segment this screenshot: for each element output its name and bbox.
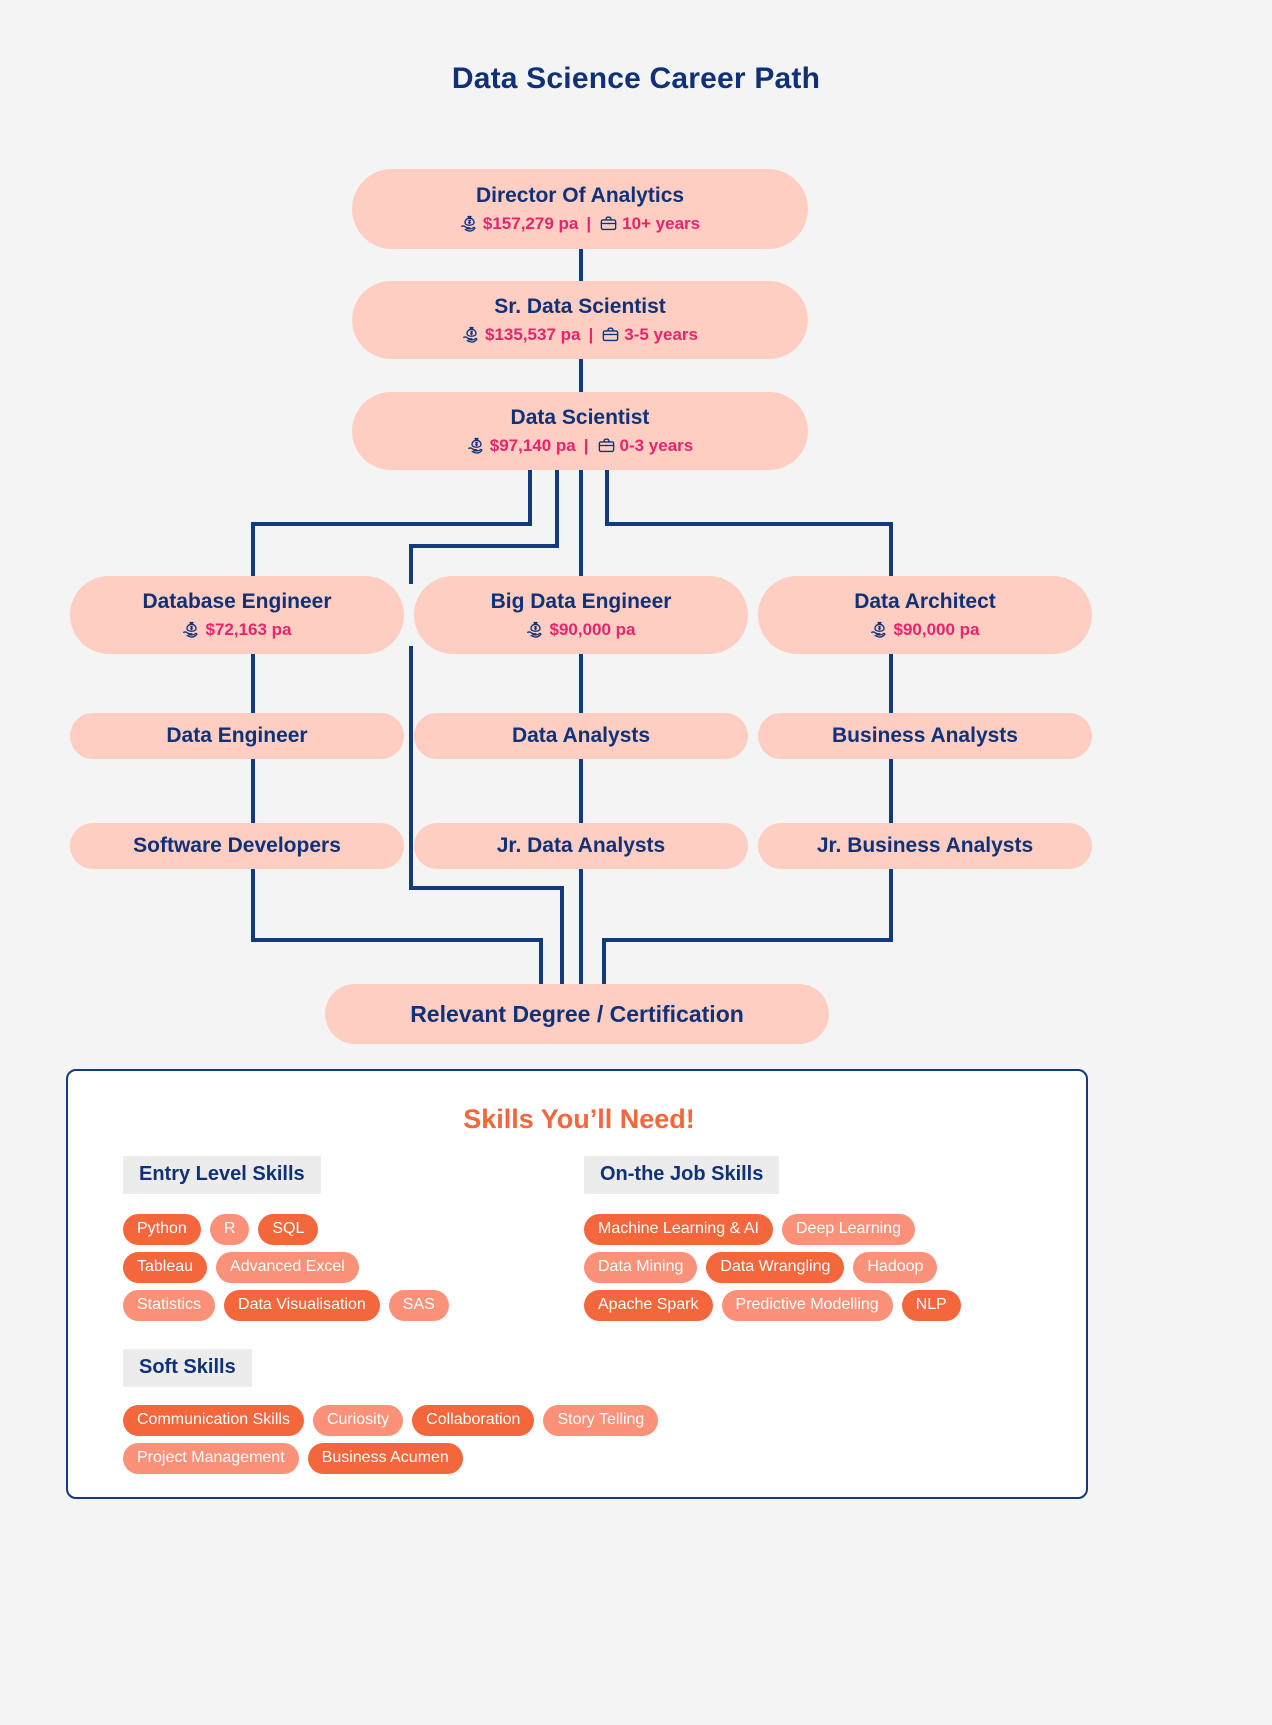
skill-pill[interactable]: SQL [258, 1214, 319, 1246]
skill-pill[interactable]: SAS [388, 1290, 449, 1322]
skill-pill[interactable]: Predictive Modelling [721, 1290, 893, 1322]
node-meta: $97,140 pa | 0-3 years [467, 435, 694, 456]
node-title: Software Developers [133, 833, 341, 857]
entry-skill-row-3: Statistics Data Visualisation SAS [123, 1290, 449, 1322]
skill-pill[interactable]: Statistics [123, 1290, 216, 1322]
section-label-entry-level-skills: Entry Level Skills [123, 1156, 321, 1194]
skill-pill[interactable]: Python [123, 1214, 201, 1246]
node-salary: $90,000 pa [893, 619, 980, 639]
node-big-data-engineer[interactable]: Big Data Engineer $90,000 pa [414, 576, 748, 654]
node-title: Director Of Analytics [475, 184, 685, 208]
node-salary: $135,537 pa [485, 324, 581, 344]
node-meta: $135,537 pa | 3-5 years [462, 325, 698, 345]
node-title: Sr. Data Scientist [494, 295, 666, 319]
skill-pill[interactable]: Machine Learning & AI [584, 1214, 773, 1246]
node-title: Business Analysts [832, 723, 1018, 747]
skills-card: Skills You’ll Need! Entry Level Skills P… [66, 1069, 1088, 1499]
node-jr-data-analysts[interactable]: Jr. Data Analysts [414, 823, 748, 869]
skill-pill[interactable]: Communication Skills [123, 1405, 304, 1437]
onjob-skill-row-2: Data Mining Data Wrangling Hadoop [584, 1252, 938, 1284]
skill-pill[interactable]: Story Telling [543, 1405, 659, 1437]
skills-heading: Skills You’ll Need! [463, 1104, 695, 1134]
node-software-developers[interactable]: Software Developers [70, 823, 404, 869]
skill-pill[interactable]: Business Acumen [307, 1443, 463, 1475]
node-title: Data Analysts [511, 723, 651, 747]
node-jr-business-analysts[interactable]: Jr. Business Analysts [758, 823, 1092, 869]
node-title: Database Engineer [142, 590, 332, 614]
node-meta: $90,000 pa [870, 619, 980, 640]
infographic-root: Data Science Career Path Director Of Ana… [0, 0, 1272, 1725]
node-data-scientist[interactable]: Data Scientist $97,140 pa | 0-3 years [352, 392, 808, 470]
soft-skill-row-1: Communication Skills Curiosity Collabora… [123, 1405, 659, 1437]
node-title: Jr. Business Analysts [816, 833, 1034, 857]
connector-lines [251, 249, 893, 985]
skill-pill[interactable]: Collaboration [412, 1405, 535, 1437]
skill-pill[interactable]: Hadoop [853, 1252, 938, 1284]
node-salary: $157,279 pa [482, 213, 579, 233]
node-title: Data Architect [854, 590, 996, 614]
soft-skill-row-2: Project Management Business Acumen [123, 1443, 463, 1475]
skill-pill[interactable]: R [209, 1214, 250, 1246]
skill-pill[interactable]: NLP [901, 1290, 961, 1322]
node-salary: $97,140 pa [489, 435, 576, 455]
node-salary: $72,163 pa [205, 619, 292, 639]
meta-separator: | [588, 324, 594, 344]
node-relevant-degree-certification[interactable]: Relevant Degree / Certification [325, 984, 829, 1044]
node-director-of-analytics[interactable]: Director Of Analytics $157,279 pa | 10+ … [352, 169, 808, 249]
money-bag-hand-icon [870, 620, 889, 639]
money-bag-hand-icon [462, 325, 481, 344]
onjob-skill-row-1: Machine Learning & AI Deep Learning [584, 1214, 915, 1246]
skill-pill[interactable]: Project Management [123, 1443, 299, 1475]
node-sr-data-scientist[interactable]: Sr. Data Scientist $135,537 pa | 3-5 yea… [352, 281, 808, 359]
entry-skill-row-1: Python R SQL [123, 1214, 319, 1246]
money-bag-hand-icon [460, 214, 479, 233]
section-label-soft-skills: Soft Skills [123, 1349, 252, 1387]
node-title: Jr. Data Analysts [496, 833, 666, 857]
node-experience: 0-3 years [619, 435, 694, 455]
node-title: Relevant Degree / Certification [410, 1000, 744, 1027]
meta-separator: | [586, 213, 592, 233]
briefcase-icon [597, 436, 616, 455]
node-meta: $157,279 pa | 10+ years [460, 214, 700, 234]
money-bag-hand-icon [467, 436, 486, 455]
node-data-architect[interactable]: Data Architect $90,000 pa [758, 576, 1092, 654]
skill-pill[interactable]: Apache Spark [584, 1290, 713, 1322]
node-salary: $90,000 pa [549, 619, 636, 639]
skill-pill[interactable]: Data Visualisation [224, 1290, 380, 1322]
skill-pill[interactable]: Tableau [123, 1252, 208, 1284]
skill-pill[interactable]: Deep Learning [782, 1214, 915, 1246]
briefcase-icon [601, 325, 620, 344]
node-data-engineer[interactable]: Data Engineer [70, 713, 404, 759]
node-business-analysts[interactable]: Business Analysts [758, 713, 1092, 759]
money-bag-hand-icon [182, 620, 201, 639]
node-title: Data Engineer [166, 723, 308, 747]
node-experience: 10+ years [622, 213, 701, 233]
node-data-analysts[interactable]: Data Analysts [414, 713, 748, 759]
onjob-skill-row-3: Apache Spark Predictive Modelling NLP [584, 1290, 961, 1322]
node-meta: $72,163 pa [182, 619, 292, 640]
node-meta: $90,000 pa [526, 619, 636, 640]
node-database-engineer[interactable]: Database Engineer $72,163 pa [70, 576, 404, 654]
skill-pill[interactable]: Advanced Excel [216, 1252, 359, 1284]
skill-pill[interactable]: Data Wrangling [706, 1252, 845, 1284]
meta-separator: | [583, 435, 589, 455]
node-title: Data Scientist [510, 406, 650, 430]
section-label-on-the-job-skills: On-the Job Skills [584, 1156, 780, 1194]
briefcase-icon [599, 214, 618, 233]
node-experience: 3-5 years [624, 324, 698, 344]
skill-pill[interactable]: Curiosity [312, 1405, 404, 1437]
node-title: Big Data Engineer [490, 590, 672, 614]
money-bag-hand-icon [526, 620, 545, 639]
skill-pill[interactable]: Data Mining [584, 1252, 698, 1284]
entry-skill-row-2: Tableau Advanced Excel [123, 1252, 359, 1284]
